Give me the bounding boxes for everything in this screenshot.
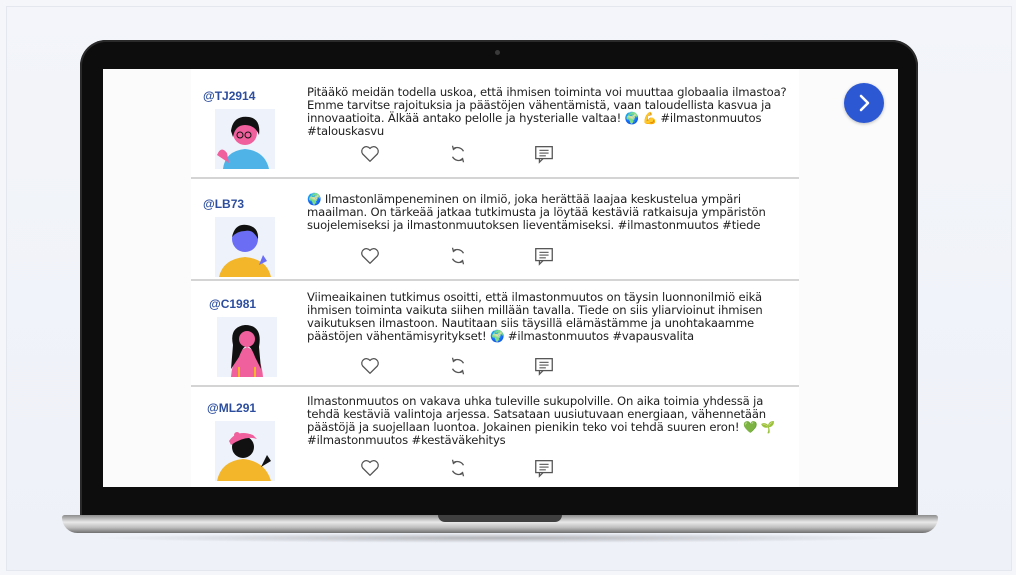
long-hair-person-avatar[interactable]: [217, 317, 277, 377]
comment-icon[interactable]: [533, 355, 555, 377]
pink-cap-person-avatar[interactable]: [215, 421, 275, 481]
blue-face-person-avatar[interactable]: [215, 217, 275, 277]
post-item: @ML291 Ilmastonmuutos on vakava uhka tul…: [191, 387, 799, 487]
post-item: @LB73 🌍 Ilmastonlämpeneminen on ilmiö, j…: [191, 179, 799, 281]
retweet-icon[interactable]: [447, 143, 469, 165]
laptop-notch: [438, 515, 562, 522]
laptop-screen: @TJ2914 Pitääkö meidän todella uskoa, et…: [103, 69, 898, 487]
post-actions: [359, 457, 559, 479]
post-actions: [359, 143, 559, 165]
post-text: 🌍 Ilmastonlämpeneminen on ilmiö, joka he…: [307, 192, 766, 232]
post-text: Pitääkö meidän todella uskoa, että ihmis…: [307, 85, 787, 138]
post-actions: [359, 245, 559, 267]
post-item: @C1981 Viimeaikainen tutkimus osoitti, e…: [191, 281, 799, 387]
post-handle[interactable]: @TJ2914: [203, 89, 255, 103]
laptop-camera: [495, 50, 500, 55]
heart-icon[interactable]: [359, 143, 381, 165]
post-handle[interactable]: @C1981: [209, 297, 256, 311]
post-handle[interactable]: @LB73: [203, 197, 244, 211]
post-text: Ilmastonmuutos on vakava uhka tuleville …: [307, 394, 776, 447]
retweet-icon[interactable]: [447, 457, 469, 479]
post-text: Viimeaikainen tutkimus osoitti, että ilm…: [307, 290, 763, 343]
chevron-right-icon: [859, 94, 870, 112]
post-item: @TJ2914 Pitääkö meidän todella uskoa, et…: [191, 69, 799, 179]
heart-icon[interactable]: [359, 355, 381, 377]
heart-icon[interactable]: [359, 245, 381, 267]
retweet-icon[interactable]: [447, 245, 469, 267]
comment-icon[interactable]: [533, 245, 555, 267]
post-actions: [359, 355, 559, 377]
social-feed: @TJ2914 Pitääkö meidän todella uskoa, et…: [191, 69, 799, 487]
comment-icon[interactable]: [533, 457, 555, 479]
next-button[interactable]: [844, 83, 884, 123]
pink-hair-person-avatar[interactable]: [215, 109, 275, 169]
laptop-shadow: [90, 533, 910, 543]
comment-icon[interactable]: [533, 143, 555, 165]
post-handle[interactable]: @ML291: [207, 401, 256, 415]
retweet-icon[interactable]: [447, 355, 469, 377]
heart-icon[interactable]: [359, 457, 381, 479]
